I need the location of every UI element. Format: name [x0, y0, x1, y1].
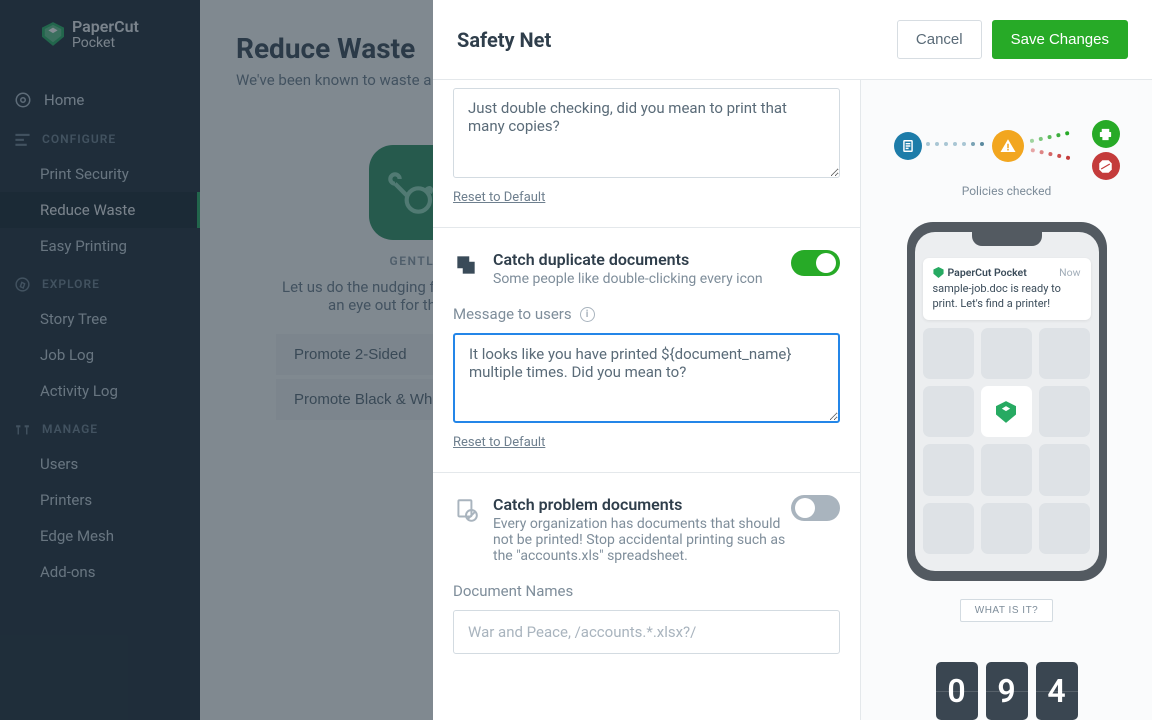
notif-body: sample-job.doc is ready to print. Let's … — [933, 282, 1081, 312]
document-names-input[interactable] — [453, 610, 840, 654]
problem-docs-title: Catch problem documents — [493, 495, 791, 514]
duplicate-docs-toggle[interactable] — [791, 250, 840, 276]
blocked-node-icon — [1092, 152, 1120, 180]
problem-docs-toggle[interactable] — [791, 495, 840, 521]
document-names-label: Document Names — [453, 582, 840, 600]
info-icon[interactable]: i — [580, 307, 595, 322]
policies-checked-label: Policies checked — [962, 184, 1052, 198]
phone-app-icon — [981, 386, 1032, 437]
preview-column: Policies checked PaperCut Pocket Now sam… — [861, 80, 1152, 720]
printer-node-icon — [1092, 120, 1120, 148]
copies-message-textarea[interactable] — [453, 88, 840, 178]
cancel-button[interactable]: Cancel — [897, 20, 982, 59]
settings-column: Reset to Default Catch duplicate documen… — [433, 80, 861, 720]
problem-docs-subtitle: Every organization has documents that sh… — [493, 516, 791, 564]
what-is-it-button[interactable]: WHAT IS IT? — [960, 599, 1053, 622]
phone-preview: PaperCut Pocket Now sample-job.doc is re… — [907, 222, 1107, 581]
duplicate-docs-icon — [453, 252, 479, 282]
counter: 0 9 4 — [936, 662, 1078, 720]
flow-graphic — [892, 120, 1122, 178]
counter-digit-0: 0 — [936, 662, 978, 720]
problem-docs-icon — [453, 497, 479, 527]
counter-digit-1: 9 — [986, 662, 1028, 720]
duplicate-docs-title: Catch duplicate documents — [493, 250, 791, 269]
notif-app-name: PaperCut Pocket — [948, 266, 1027, 279]
reset-default-link-1[interactable]: Reset to Default — [453, 190, 545, 205]
modal-header: Safety Net Cancel Save Changes — [433, 0, 1152, 80]
phone-notification: PaperCut Pocket Now sample-job.doc is re… — [923, 258, 1091, 320]
safety-net-modal: Safety Net Cancel Save Changes Reset to … — [433, 0, 1152, 720]
modal-title: Safety Net — [457, 28, 551, 52]
reset-default-link-2[interactable]: Reset to Default — [453, 435, 545, 450]
papercut-small-icon — [933, 267, 944, 278]
document-node-icon — [894, 132, 922, 160]
duplicate-message-textarea[interactable] — [453, 333, 840, 423]
warning-node-icon — [992, 130, 1024, 162]
notif-time: Now — [1059, 266, 1080, 279]
counter-digit-2: 4 — [1036, 662, 1078, 720]
message-to-users-label: Message to users i — [453, 305, 840, 323]
duplicate-docs-subtitle: Some people like double-clicking every i… — [493, 271, 791, 287]
save-changes-button[interactable]: Save Changes — [992, 20, 1128, 59]
